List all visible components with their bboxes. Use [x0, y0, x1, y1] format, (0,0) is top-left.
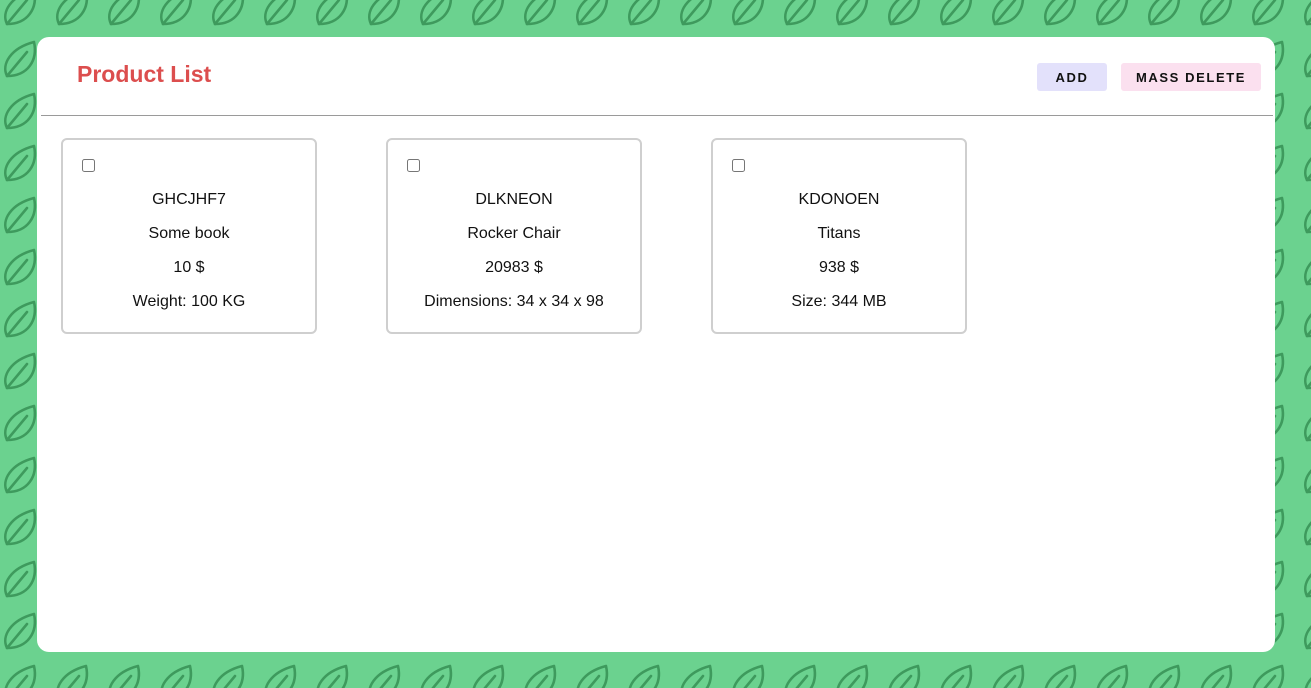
- delete-checkbox[interactable]: [732, 159, 745, 172]
- delete-checkbox[interactable]: [407, 159, 420, 172]
- product-sku: KDONOEN: [798, 191, 880, 208]
- product-attribute: Dimensions: 34 x 34 x 98: [424, 293, 604, 310]
- product-card: KDONOEN Titans 938 $ Size: 344 MB: [711, 138, 967, 334]
- product-price: 20983 $: [485, 259, 543, 276]
- product-attribute: Size: 344 MB: [791, 293, 887, 310]
- product-name: Titans: [817, 225, 861, 242]
- delete-checkbox[interactable]: [82, 159, 95, 172]
- mass-delete-button[interactable]: MASS DELETE: [1121, 63, 1261, 91]
- add-button[interactable]: ADD: [1037, 63, 1107, 91]
- product-card: GHCJHF7 Some book 10 $ Weight: 100 KG: [61, 138, 317, 334]
- product-attribute: Weight: 100 KG: [132, 293, 246, 310]
- main-panel: Product List ADD MASS DELETE GHCJHF7 Som…: [37, 37, 1275, 652]
- product-sku: DLKNEON: [475, 191, 553, 208]
- product-name: Rocker Chair: [467, 225, 561, 242]
- header-divider: [41, 115, 1273, 116]
- product-card: DLKNEON Rocker Chair 20983 $ Dimensions:…: [386, 138, 642, 334]
- product-name: Some book: [148, 225, 230, 242]
- product-sku: GHCJHF7: [152, 191, 226, 208]
- page-title: Product List: [77, 61, 212, 87]
- product-price: 938 $: [818, 259, 860, 276]
- product-price: 10 $: [173, 259, 205, 276]
